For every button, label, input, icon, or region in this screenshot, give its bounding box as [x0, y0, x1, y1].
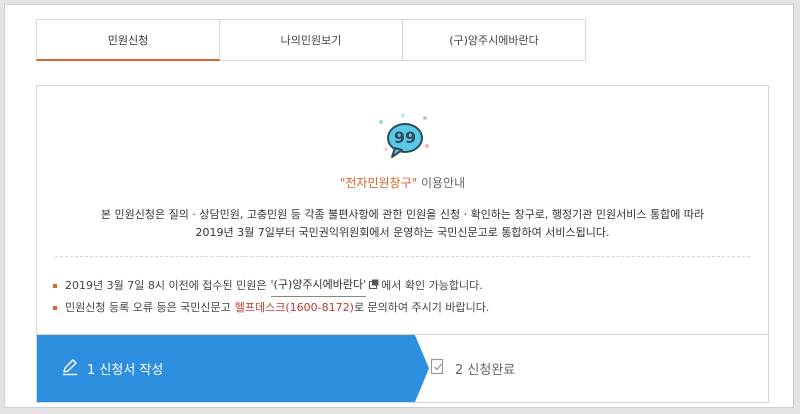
helpdesk-link[interactable]: 헬프데스크(1600-8172) — [235, 297, 354, 319]
bullet-text: 2019년 3월 7일 8시 이전에 접수된 민원은 — [65, 278, 267, 292]
step-label: 2 신청완료 — [455, 363, 516, 378]
old-yangju-link[interactable]: '(구)양주시에바란다' — [270, 274, 367, 297]
tab-apply[interactable]: 민원신청 — [36, 19, 220, 61]
step-label: 1 신청서 작성 — [87, 363, 164, 378]
bullet-text: 민원신청 등록 오류 등은 국민신문고 — [65, 301, 231, 314]
tab-old-yangju-suggestions[interactable]: (구)양주시에바란다 — [403, 19, 586, 61]
bullet-item: 민원신청 등록 오류 등은 국민신문고 헬프데스크(1600-8172) 로 문… — [53, 297, 489, 319]
notice-title-highlight: "전자민원창구" — [339, 176, 418, 190]
step-write-application: 1 신청서 작성 — [37, 335, 427, 402]
notice-panel: 99 "전자민원창구" 이용안내 본 민원신청은 질의 · 상담민원, 고충민원… — [36, 85, 769, 403]
notice-description-line: 본 민원신청은 질의 · 상담민원, 고충민원 등 각종 불편사항에 관한 민원… — [100, 208, 705, 221]
new-window-icon — [369, 275, 379, 297]
pencil-icon — [61, 358, 87, 380]
quote-speech-bubble-icon: 99 — [373, 108, 433, 162]
bullet-item: 2019년 3월 7일 8시 이전에 접수된 민원은 '(구)양주시에바란다' … — [53, 274, 489, 297]
svg-text:99: 99 — [394, 128, 416, 147]
notice-title-rest: 이용안내 — [417, 176, 466, 190]
notice-bullet-list: 2019년 3월 7일 8시 이전에 접수된 민원은 '(구)양주시에바란다' … — [53, 274, 489, 319]
bullet-text: 에서 확인 가능합니다. — [381, 278, 483, 292]
bullet-dot-icon — [53, 306, 57, 310]
dashed-divider — [55, 256, 750, 257]
notice-title: "전자민원창구" 이용안내 — [37, 174, 768, 191]
notice-description-line: 2019년 3월 7일부터 국민권익위원회에서 운영하는 국민신문고로 통합하여… — [195, 226, 610, 239]
tab-bar: 민원신청 나의민원보기 (구)양주시에바란다 — [36, 19, 586, 61]
bullet-text: 로 문의하여 주시기 바랍니다. — [353, 301, 490, 314]
step-indicator: 1 신청서 작성 2 신청완료 — [37, 334, 768, 402]
bullet-dot-icon — [53, 283, 57, 288]
document-check-icon — [429, 358, 455, 380]
tab-my-complaints[interactable]: 나의민원보기 — [220, 19, 403, 61]
page-frame: 민원신청 나의민원보기 (구)양주시에바란다 99 "전자민원창구" 이용안내 … — [4, 4, 794, 408]
notice-description: 본 민원신청은 질의 · 상담민원, 고충민원 등 각종 불편사항에 관한 민원… — [37, 206, 768, 242]
